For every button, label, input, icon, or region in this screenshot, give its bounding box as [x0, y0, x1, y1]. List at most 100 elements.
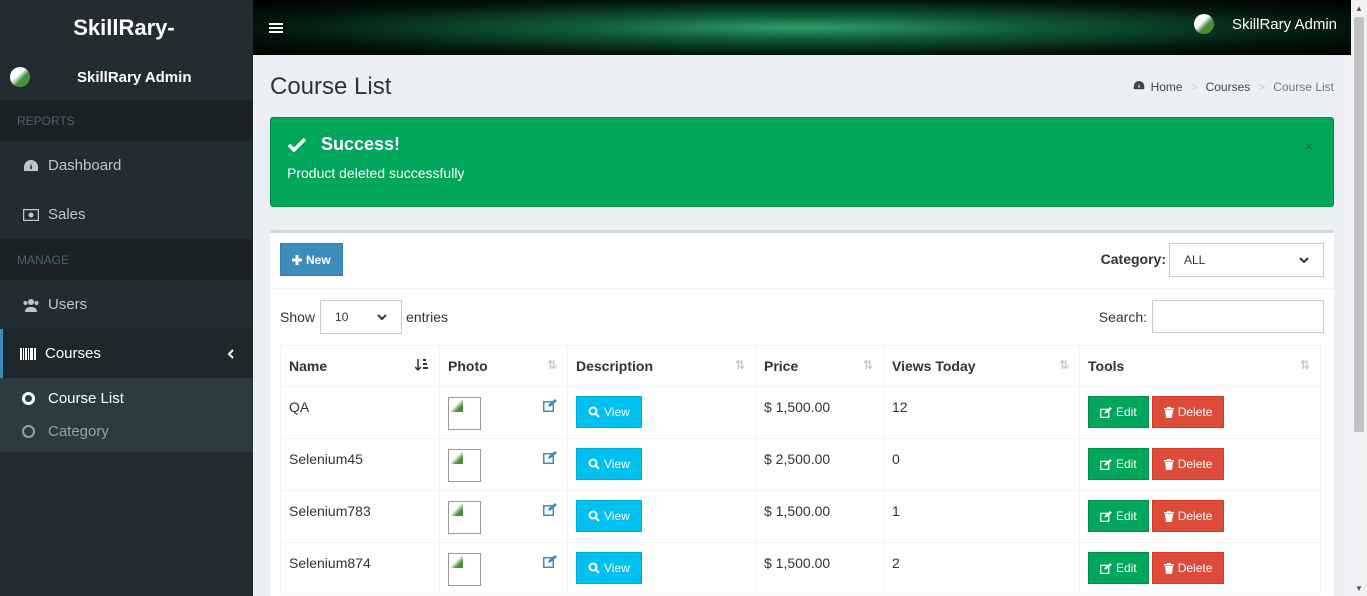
delete-button-label: Delete — [1177, 457, 1213, 471]
edit-button-label: Edit — [1116, 561, 1137, 575]
app-logo[interactable]: SkillRary- — [0, 0, 253, 55]
edit-icon — [1100, 406, 1112, 418]
sidebar-item-sales[interactable]: Sales — [0, 190, 253, 239]
cell-tools: Edit Delete — [1079, 386, 1321, 439]
view-button[interactable]: View — [576, 396, 642, 428]
edit-photo-icon[interactable] — [543, 451, 557, 467]
column-header-tools[interactable]: Tools ⇅ — [1079, 345, 1321, 387]
breadcrumb-courses[interactable]: Courses — [1206, 80, 1251, 94]
cell-price: $ 1,500.00 — [755, 386, 884, 439]
main-content: Course List Home > Courses > Course List… — [253, 55, 1351, 596]
course-photo — [448, 397, 481, 430]
edit-icon — [1100, 510, 1112, 522]
cell-photo — [439, 542, 568, 595]
avatar — [1193, 14, 1214, 34]
edit-photo-icon[interactable] — [543, 555, 557, 571]
view-button[interactable]: View — [576, 552, 642, 584]
course-price: $ 2,500.00 — [764, 451, 831, 467]
edit-photo-icon[interactable] — [543, 503, 557, 519]
column-header-views[interactable]: Views Today ⇅ — [883, 345, 1080, 387]
table-controls: Show 10 entries Search: — [270, 289, 1334, 345]
entries-select[interactable]: 10 — [320, 300, 403, 334]
success-alert: Success! Product deleted successfully × — [270, 117, 1334, 207]
cell-tools: Edit Delete — [1079, 438, 1321, 491]
course-name: QA — [289, 399, 310, 415]
cell-description: View — [567, 490, 756, 543]
scroll-up-icon[interactable]: ▲ — [1351, 0, 1367, 16]
cell-name: Selenium783 — [280, 490, 440, 543]
menu-toggle-icon[interactable] — [269, 21, 283, 35]
delete-button[interactable]: Delete — [1151, 448, 1225, 480]
entries-control: Show 10 entries — [280, 300, 448, 334]
column-header-photo[interactable]: Photo ⇅ — [439, 345, 568, 387]
delete-button-label: Delete — [1177, 405, 1213, 419]
edit-button-label: Edit — [1116, 405, 1137, 419]
category-select[interactable]: ALL — [1169, 243, 1324, 277]
vertical-scrollbar[interactable]: ▲ ▼ — [1351, 0, 1367, 596]
edit-photo-icon[interactable] — [543, 399, 557, 415]
dashboard-icon — [1133, 80, 1145, 94]
cell-tools: Edit Delete — [1079, 490, 1321, 543]
delete-button[interactable]: Delete — [1151, 396, 1225, 428]
user-panel: SkillRary Admin — [0, 55, 253, 100]
top-navbar: SkillRary Admin — [253, 0, 1351, 55]
view-button-label: View — [604, 561, 630, 575]
manage-header: MANAGE — [0, 239, 253, 280]
column-header-name[interactable]: Name — [280, 345, 440, 387]
page-title: Course List — [270, 73, 392, 100]
breadcrumb-current: Course List — [1273, 80, 1334, 94]
sort-icon: ⇅ — [546, 358, 557, 372]
course-price: $ 1,500.00 — [764, 555, 831, 571]
table-body: QA View $ 1,500.00 12 Edit Delete Seleni… — [280, 386, 1321, 595]
breadcrumb-separator: > — [1190, 80, 1198, 94]
sidebar-item-courses[interactable]: Courses — [0, 329, 253, 378]
scroll-down-icon[interactable]: ▼ — [1351, 580, 1367, 596]
submenu-item-category[interactable]: Category — [0, 415, 253, 448]
edit-button[interactable]: Edit — [1088, 552, 1149, 584]
money-icon — [21, 208, 41, 221]
column-header-label: Views Today — [892, 358, 976, 374]
edit-button[interactable]: Edit — [1088, 448, 1149, 480]
sidebar-item-label: Courses — [45, 345, 101, 362]
content-header: Course List Home > Courses > Course List — [270, 55, 1334, 117]
edit-button[interactable]: Edit — [1088, 396, 1149, 428]
scrollbar-thumb[interactable] — [1354, 17, 1364, 432]
circle-icon — [22, 425, 35, 438]
search-icon — [588, 406, 600, 418]
cell-description: View — [567, 386, 756, 439]
course-box: New Category: ALL Show 10 entries Search… — [270, 230, 1334, 596]
column-header-description[interactable]: Description ⇅ — [567, 345, 756, 387]
edit-button[interactable]: Edit — [1088, 500, 1149, 532]
delete-button[interactable]: Delete — [1151, 552, 1225, 584]
view-button-label: View — [604, 509, 630, 523]
cell-views: 12 — [883, 386, 1080, 439]
cell-views: 0 — [883, 438, 1080, 491]
submenu-item-label: Course List — [48, 390, 124, 407]
delete-button[interactable]: Delete — [1151, 500, 1225, 532]
edit-button-label: Edit — [1116, 457, 1137, 471]
breadcrumb-home[interactable]: Home — [1151, 80, 1183, 94]
submenu-item-course-list[interactable]: Course List — [0, 382, 253, 415]
view-button-label: View — [604, 405, 630, 419]
category-label: Category: — [1100, 251, 1166, 267]
column-header-price[interactable]: Price ⇅ — [755, 345, 884, 387]
chevron-down-icon — [1299, 256, 1309, 263]
search-input[interactable] — [1152, 300, 1324, 333]
avatar — [10, 66, 60, 89]
view-button[interactable]: View — [576, 500, 642, 532]
close-icon[interactable]: × — [1305, 138, 1313, 154]
sidebar-user-name: SkillRary Admin — [77, 69, 192, 86]
column-header-label: Tools — [1088, 358, 1125, 374]
new-button[interactable]: New — [280, 243, 343, 276]
sort-icon: ⇅ — [1299, 358, 1310, 372]
edit-button-label: Edit — [1116, 509, 1137, 523]
sidebar-item-dashboard[interactable]: Dashboard — [0, 141, 253, 190]
cell-views: 1 — [883, 490, 1080, 543]
sidebar-item-users[interactable]: Users — [0, 280, 253, 329]
view-button[interactable]: View — [576, 448, 642, 480]
cell-name: Selenium45 — [280, 438, 440, 491]
user-menu[interactable]: SkillRary Admin — [1193, 14, 1337, 34]
cell-description: View — [567, 542, 756, 595]
circle-icon — [22, 392, 35, 405]
course-name: Selenium45 — [289, 451, 363, 467]
